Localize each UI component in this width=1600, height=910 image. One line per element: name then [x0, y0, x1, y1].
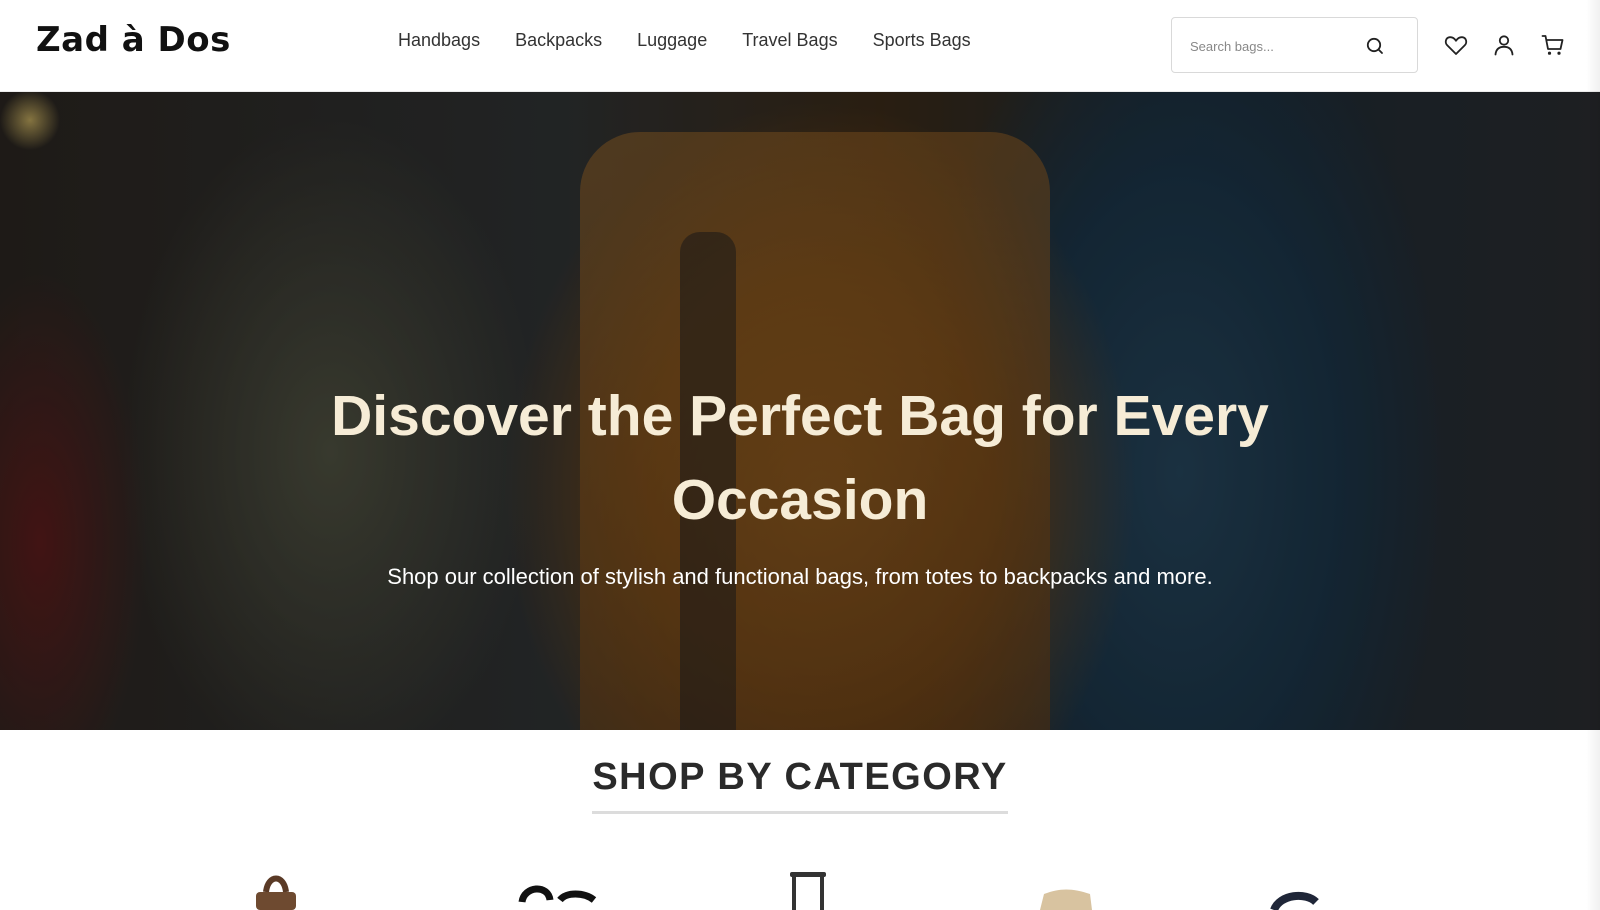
category-heading-text: SHOP BY CATEGORY	[592, 756, 1008, 814]
category-item-luggage[interactable]	[740, 860, 880, 910]
search-box	[1171, 17, 1418, 73]
page-scrollbar[interactable]	[1586, 0, 1600, 910]
site-logo[interactable]: Zad à Dos	[36, 20, 231, 60]
heart-icon[interactable]	[1443, 32, 1469, 58]
nav-item-sports-bags[interactable]: Sports Bags	[873, 30, 971, 51]
hero-subtitle: Shop our collection of stylish and funct…	[387, 564, 1213, 589]
site-header: Zad à Dos Handbags Backpacks Luggage Tra…	[0, 0, 1600, 92]
category-item-travel-bags[interactable]	[1010, 860, 1150, 910]
category-item-backpacks[interactable]	[492, 860, 632, 910]
nav-item-handbags[interactable]: Handbags	[398, 30, 480, 51]
main-nav: Handbags Backpacks Luggage Travel Bags S…	[398, 30, 1006, 51]
category-section-heading: SHOP BY CATEGORY	[0, 756, 1600, 814]
nav-item-backpacks[interactable]: Backpacks	[515, 30, 602, 51]
nav-item-travel-bags[interactable]: Travel Bags	[742, 30, 837, 51]
hero-banner: Discover the Perfect Bag for Every Occas…	[0, 92, 1600, 730]
search-icon[interactable]	[1364, 35, 1386, 57]
search-input[interactable]	[1190, 36, 1360, 56]
hero-title: Discover the Perfect Bag for Every Occas…	[331, 384, 1269, 532]
nav-item-luggage[interactable]: Luggage	[637, 30, 707, 51]
user-icon[interactable]	[1491, 32, 1517, 58]
cart-icon[interactable]	[1540, 32, 1566, 58]
category-item-handbags[interactable]	[222, 860, 362, 910]
category-item-sports-bags[interactable]	[1254, 860, 1394, 910]
